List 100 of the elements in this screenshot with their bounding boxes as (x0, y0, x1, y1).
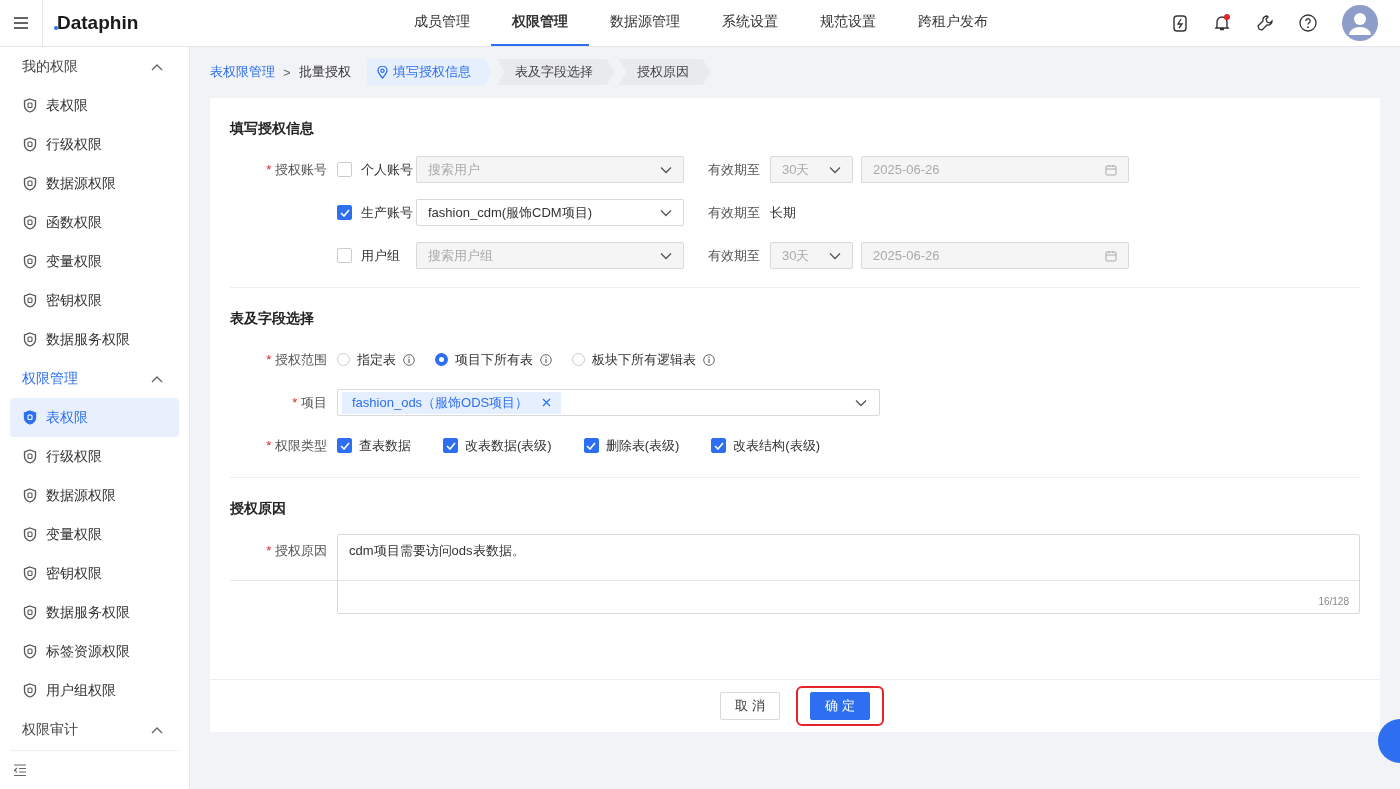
sidebar-group-title[interactable]: 权限审计 (22, 720, 78, 739)
field-label: * 权限类型 (266, 437, 327, 453)
location-pin-icon (376, 65, 388, 79)
sidebar-item[interactable]: 表权限 (10, 86, 179, 125)
shield-icon (23, 449, 37, 464)
step-tab[interactable]: 表及字段选择 (496, 59, 615, 85)
shield-icon (23, 176, 37, 191)
sidebar-item[interactable]: 函数权限 (10, 203, 179, 242)
radio-label: 指定表 (357, 350, 396, 369)
checkbox[interactable] (583, 438, 599, 453)
sidebar-item[interactable]: 密钥权限 (10, 554, 179, 593)
sidebar-item[interactable]: 数据服务权限 (10, 593, 179, 632)
sidebar-item[interactable]: 标签资源权限 (10, 632, 179, 671)
shield-icon (23, 137, 37, 152)
checkbox-label: 改表数据(表级) (465, 436, 552, 455)
shield-icon (23, 605, 37, 620)
section-title: 填写授权信息 (230, 119, 315, 138)
info-icon[interactable] (540, 353, 552, 366)
checkbox-label: 个人账号 (361, 160, 413, 179)
shield-icon (23, 98, 37, 113)
radio-button[interactable] (435, 353, 448, 366)
sidebar-item[interactable]: 密钥权限 (10, 281, 179, 320)
info-icon[interactable] (703, 353, 715, 366)
checkbox[interactable] (337, 438, 352, 453)
checkbox-label: 用户组 (361, 246, 400, 265)
cancel-button[interactable]: 取 消 (720, 692, 780, 720)
project-tag: fashion_ods（服饰ODS项目） (342, 391, 562, 414)
sidebar-item[interactable]: 变量权限 (10, 515, 179, 554)
avatar-icon[interactable] (1342, 5, 1378, 41)
breadcrumb-separator: > (283, 64, 291, 80)
shield-icon (23, 332, 37, 347)
section-title: 授权原因 (230, 499, 287, 518)
expiry-label: 有效期至 (708, 203, 760, 222)
checkbox[interactable] (337, 248, 352, 263)
lightning-icon[interactable] (1172, 14, 1188, 32)
checkbox-label: 查表数据 (359, 436, 411, 455)
radio-label: 项目下所有表 (455, 350, 533, 369)
caret-icon (829, 165, 841, 174)
close-icon[interactable] (542, 398, 552, 407)
collapse-icon[interactable] (13, 763, 27, 777)
shield-icon (23, 293, 37, 308)
sidebar-item[interactable]: 数据源权限 (10, 476, 179, 515)
caret-icon (660, 251, 672, 260)
field-label: * 授权原因 (266, 543, 327, 558)
caret-icon (660, 208, 672, 217)
checkbox[interactable] (711, 438, 727, 453)
section-title: 表及字段选择 (230, 309, 315, 328)
sidebar-item[interactable]: 数据源权限 (10, 164, 179, 203)
step-tab[interactable]: 填写授权信息 (366, 59, 493, 85)
checkbox[interactable] (443, 438, 458, 453)
nav-tab[interactable]: 数据源管理 (589, 0, 701, 46)
checkbox-label: 生产账号 (361, 203, 413, 222)
sidebar-item[interactable]: 数据服务权限 (10, 320, 179, 359)
checkbox-label: 改表结构(表级) (733, 436, 820, 455)
select-field[interactable]: fashion_cdm(服饰CDM项目) (416, 199, 684, 226)
sidebar-item[interactable]: 行级权限 (10, 437, 179, 476)
shield-icon (23, 527, 37, 542)
shield-icon (23, 566, 37, 581)
chevron-icon[interactable] (151, 374, 163, 383)
nav-tab[interactable]: 跨租户发布 (897, 0, 1009, 46)
radio-label: 板块下所有逻辑表 (592, 350, 696, 369)
menu-icon[interactable] (13, 16, 29, 30)
field-label: * 授权范围 (266, 351, 327, 367)
calendar-icon (1105, 249, 1117, 262)
caret-icon (660, 165, 672, 174)
info-icon[interactable] (403, 353, 415, 366)
shield-icon (23, 254, 37, 269)
expiry-label: 有效期至 (708, 160, 760, 179)
sidebar-item[interactable]: 表权限 (10, 398, 179, 437)
nav-tab[interactable]: 规范设置 (799, 0, 897, 46)
caret-icon (855, 398, 867, 407)
bell-icon[interactable] (1213, 14, 1231, 32)
sidebar-item[interactable]: 用户组权限 (10, 671, 179, 710)
checkbox-label: 删除表(表级) (605, 436, 680, 455)
chevron-icon[interactable] (151, 62, 163, 71)
character-counter: 16/128 (1318, 596, 1349, 607)
help-icon[interactable] (1299, 14, 1317, 32)
checkbox[interactable] (337, 162, 352, 177)
sidebar-group-title[interactable]: 权限管理 (22, 369, 78, 388)
field-label: * 授权账号 (266, 161, 327, 177)
sidebar-item[interactable]: 行级权限 (10, 125, 179, 164)
shield-icon (23, 683, 37, 698)
step-tab[interactable]: 授权原因 (618, 59, 711, 85)
checkbox[interactable] (337, 205, 352, 220)
confirm-button[interactable]: 确 定 (810, 692, 870, 720)
project-select[interactable]: fashion_ods（服饰ODS项目） (337, 389, 880, 416)
nav-tab[interactable]: 成员管理 (393, 0, 491, 46)
breadcrumb-link[interactable]: 表权限管理 (210, 63, 275, 81)
shield-icon (23, 410, 37, 425)
calendar-icon (1105, 163, 1117, 176)
expiry-value: 长期 (770, 203, 796, 222)
chevron-icon[interactable] (151, 725, 163, 734)
nav-tab[interactable]: 系统设置 (701, 0, 799, 46)
shield-icon (23, 644, 37, 659)
shield-icon (23, 215, 37, 230)
sidebar-item[interactable]: 变量权限 (10, 242, 179, 281)
sidebar-group-title[interactable]: 我的权限 (22, 57, 78, 76)
wrench-icon[interactable] (1256, 14, 1274, 32)
reason-textarea[interactable]: cdm项目需要访问ods表数据。 16/128 (337, 534, 1360, 614)
field-label: * 项目 (292, 394, 327, 410)
